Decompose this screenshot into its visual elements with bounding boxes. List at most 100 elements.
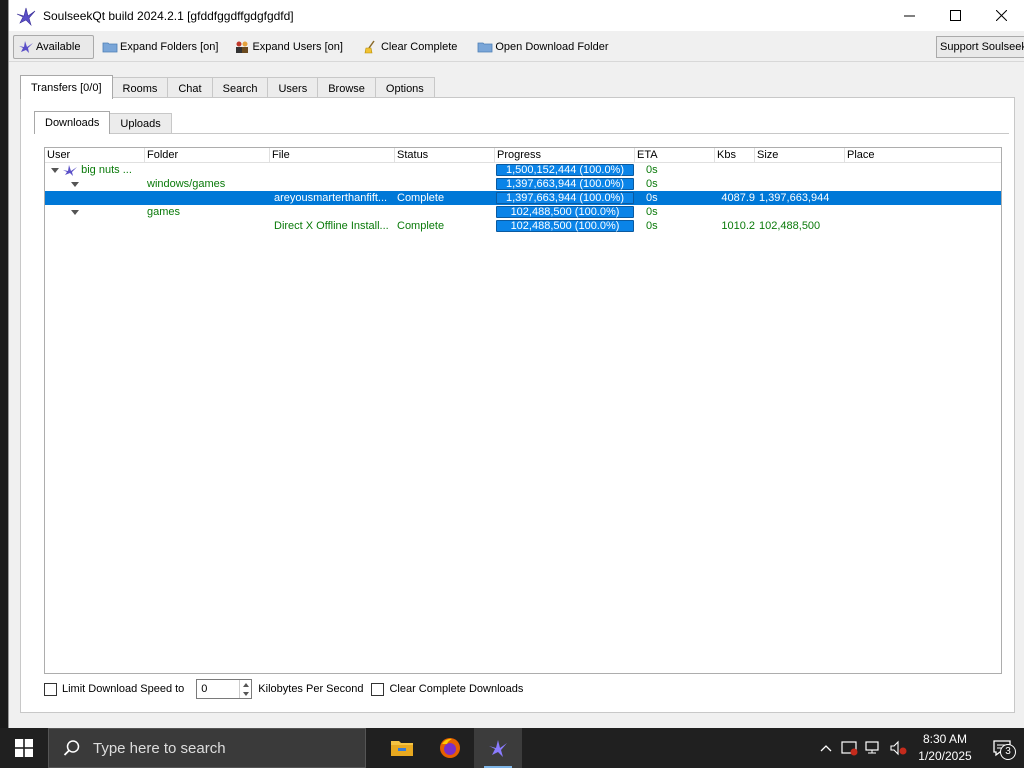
windows-taskbar: Type here to search 8:30 AM 1/20/2025 3 [0,728,1024,768]
start-button[interactable] [0,728,48,768]
close-button[interactable] [978,0,1024,31]
limit-speed-label: Limit Download Speed to [62,683,185,695]
window-controls [886,0,1024,31]
limit-speed-checkbox[interactable] [44,682,57,696]
tree-row-folder[interactable]: windows/games 1,397,663,944 (100.0%) 0s [45,177,1001,191]
volume-muted-icon [890,740,907,756]
system-tray: 8:30 AM 1/20/2025 3 [814,728,1024,768]
column-header-progress[interactable]: Progress [495,148,635,163]
security-warning-icon [841,741,858,756]
transfer-sub-tab-bar: Downloads Uploads [34,111,172,134]
taskbar-search-box[interactable]: Type here to search [48,728,366,768]
show-hidden-icons-button[interactable] [814,728,838,768]
minimize-button[interactable] [886,0,932,31]
status-cell [395,163,495,177]
folder-cell: games [147,206,181,218]
support-label: Support Soulseek [940,41,1024,53]
user-cell [45,205,145,219]
tab-chat[interactable]: Chat [167,77,213,99]
column-header-size[interactable]: Size [755,148,845,163]
tab-options-label: Options [385,82,424,95]
progress-cell: 102,488,500 (100.0%) [495,205,635,219]
tab-chat-label: Chat [178,82,202,95]
spin-down-icon[interactable] [242,691,249,696]
units-label: Kilobytes Per Second [258,683,364,695]
user-cell [45,191,145,205]
place-cell [845,191,1001,205]
clear-complete-downloads-checkbox[interactable] [371,682,385,696]
tab-transfers-label: Transfers [0/0] [31,81,102,94]
open-download-folder-label: Open Download Folder [495,40,609,53]
progress-bar: 1,500,152,444 (100.0%) [496,164,634,176]
kbs-cell [715,205,755,219]
file-explorer-icon [391,741,413,756]
maximize-icon [949,10,961,21]
status-cell: Complete [397,192,445,204]
tray-security-button[interactable] [838,728,862,768]
column-header-folder[interactable]: Folder [145,148,270,163]
download-options-bar: Limit Download Speed to 0 Kilobytes Per … [44,679,523,699]
tree-row-file[interactable]: Direct X Offline Install... Complete 102… [45,219,1001,233]
spin-arrows[interactable] [239,680,251,698]
progress-bar: 1,397,663,944 (100.0%) [496,178,634,190]
support-soulseek-button[interactable]: Support Soulseek [936,36,1024,58]
tree-row-user[interactable]: big nuts ... 1,500,152,444 (100.0%) 0s [45,163,1001,177]
column-header-eta[interactable]: ETA [635,148,715,163]
eta-cell: 0s [646,178,658,190]
speed-spinbox[interactable]: 0 [196,679,253,699]
tray-network-button[interactable] [862,728,886,768]
tab-browse[interactable]: Browse [317,77,376,99]
broom-icon [364,40,375,53]
collapse-arrow-icon[interactable] [71,209,79,215]
column-header-user[interactable]: User [45,148,145,163]
tab-downloads[interactable]: Downloads [34,111,111,134]
size-cell [755,163,845,177]
tab-rooms[interactable]: Rooms [111,77,169,99]
open-download-folder-button[interactable]: Open Download Folder [473,35,612,59]
progress-cell: 1,500,152,444 (100.0%) [495,163,635,177]
collapse-arrow-icon[interactable] [51,167,59,173]
size-cell: 102,488,500 [759,220,821,232]
notification-center-button[interactable]: 3 [980,728,1024,768]
expand-folders-button[interactable]: Expand Folders [on] [98,35,222,59]
taskbar-clock[interactable]: 8:30 AM 1/20/2025 [910,731,980,765]
tab-users[interactable]: Users [267,77,319,99]
tab-downloads-label: Downloads [45,117,100,129]
spin-up-icon[interactable] [242,682,249,687]
progress-cell: 1,397,663,944 (100.0%) [495,191,635,205]
tab-transfers[interactable]: Transfers [0/0] [20,75,113,99]
progress-bar: 102,488,500 (100.0%) [496,206,634,218]
main-tab-bar: Transfers [0/0] Rooms Chat Search Users … [20,75,435,99]
windows-logo-icon [15,739,33,757]
tab-options[interactable]: Options [374,77,435,99]
expand-users-button[interactable]: Expand Users [on] [230,35,347,59]
tree-row-file[interactable]: areyousmarterthanfift... Complete 1,397,… [45,191,1001,205]
tab-uploads[interactable]: Uploads [109,113,172,134]
eta-cell: 0s [646,164,658,176]
tab-rooms-label: Rooms [122,82,158,95]
file-cell: areyousmarterthanfift... [274,192,388,204]
collapse-arrow-icon[interactable] [71,181,79,187]
folder-cell [145,219,270,233]
taskbar-soulseek[interactable] [474,728,522,768]
tray-volume-button[interactable] [886,728,910,768]
column-header-kbs[interactable]: Kbs [715,148,755,163]
status-label: Available [36,40,81,53]
clear-complete-label: Clear Complete [380,40,458,53]
status-button[interactable]: Available [13,34,94,59]
column-header-file[interactable]: File [270,148,395,163]
taskbar-firefox[interactable] [426,728,474,768]
folder-icon [477,42,493,52]
taskbar-file-explorer[interactable] [378,728,426,768]
notification-count-badge: 3 [1000,744,1016,760]
kbs-cell: 4087.9 [721,192,755,204]
column-header-place[interactable]: Place [845,148,1001,163]
tree-row-folder[interactable]: games 102,488,500 (100.0%) 0s [45,205,1001,219]
maximize-button[interactable] [932,0,978,31]
downloads-tree[interactable]: User Folder File Status Progress ETA Kbs… [44,147,1002,674]
tab-search[interactable]: Search [211,77,269,99]
close-icon [995,10,1007,21]
clear-complete-button[interactable]: Clear Complete [359,35,461,59]
column-header-status[interactable]: Status [395,148,495,163]
network-icon [865,741,879,754]
